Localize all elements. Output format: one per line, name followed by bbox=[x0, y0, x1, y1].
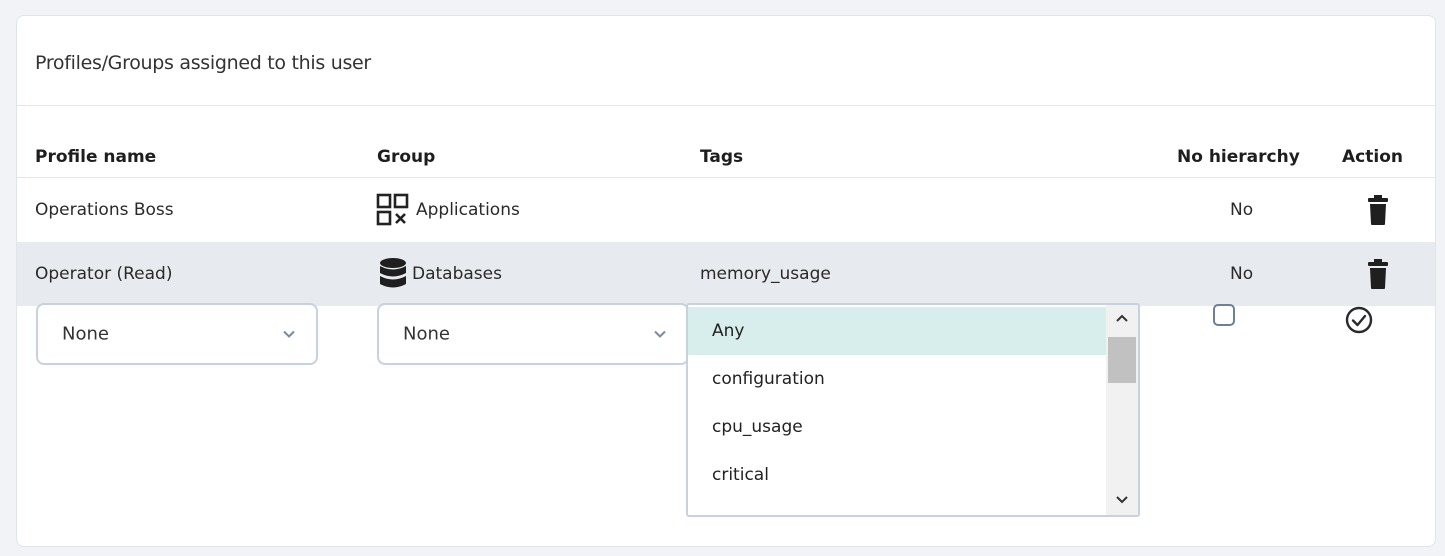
trash-icon[interactable] bbox=[1368, 194, 1388, 226]
profile-name-cell: Operations Boss bbox=[35, 200, 174, 220]
header-profile-name: Profile name bbox=[35, 147, 157, 167]
scrollbar-thumb[interactable] bbox=[1108, 337, 1136, 383]
group-cell: Databases bbox=[378, 257, 502, 291]
tags-cell: memory_usage bbox=[700, 264, 831, 284]
header-group: Group bbox=[377, 147, 436, 167]
tags-scrollbar[interactable] bbox=[1106, 305, 1138, 515]
group-label: Databases bbox=[412, 264, 502, 284]
header-no-hierarchy: No hierarchy bbox=[1177, 147, 1300, 167]
no-hierarchy-cell: No bbox=[1230, 200, 1254, 220]
profile-select-value: None bbox=[62, 323, 109, 345]
group-select-value: None bbox=[403, 323, 450, 345]
scroll-up-icon[interactable] bbox=[1115, 313, 1129, 323]
scroll-down-icon[interactable] bbox=[1115, 495, 1129, 505]
profile-select[interactable]: None bbox=[36, 303, 318, 365]
table-row: Operator (Read) Databases memory_usage N… bbox=[17, 242, 1435, 306]
group-label: Applications bbox=[416, 200, 520, 220]
header-action: Action bbox=[1342, 147, 1403, 167]
tags-listbox[interactable]: Any configuration cpu_usage critical bbox=[686, 303, 1140, 517]
applications-icon bbox=[376, 193, 409, 226]
tag-option[interactable]: cpu_usage bbox=[688, 403, 1106, 451]
table-row: Operations Boss Applications No bbox=[17, 178, 1435, 242]
tag-option[interactable]: Any bbox=[688, 307, 1106, 355]
group-select[interactable]: None bbox=[377, 303, 689, 365]
profile-name-cell: Operator (Read) bbox=[35, 264, 173, 284]
panel-title: Profiles/Groups assigned to this user bbox=[35, 52, 371, 74]
check-circle-icon[interactable] bbox=[1344, 305, 1374, 335]
header-tags: Tags bbox=[700, 147, 744, 167]
tag-option[interactable]: configuration bbox=[688, 355, 1106, 403]
chevron-down-icon bbox=[654, 330, 666, 338]
no-hierarchy-checkbox[interactable] bbox=[1213, 304, 1235, 326]
tag-option[interactable]: critical bbox=[688, 451, 1106, 499]
trash-icon[interactable] bbox=[1368, 258, 1388, 290]
chevron-down-icon bbox=[283, 330, 295, 338]
no-hierarchy-cell: No bbox=[1230, 264, 1254, 284]
group-cell: Applications bbox=[376, 192, 520, 228]
database-icon bbox=[380, 258, 406, 288]
